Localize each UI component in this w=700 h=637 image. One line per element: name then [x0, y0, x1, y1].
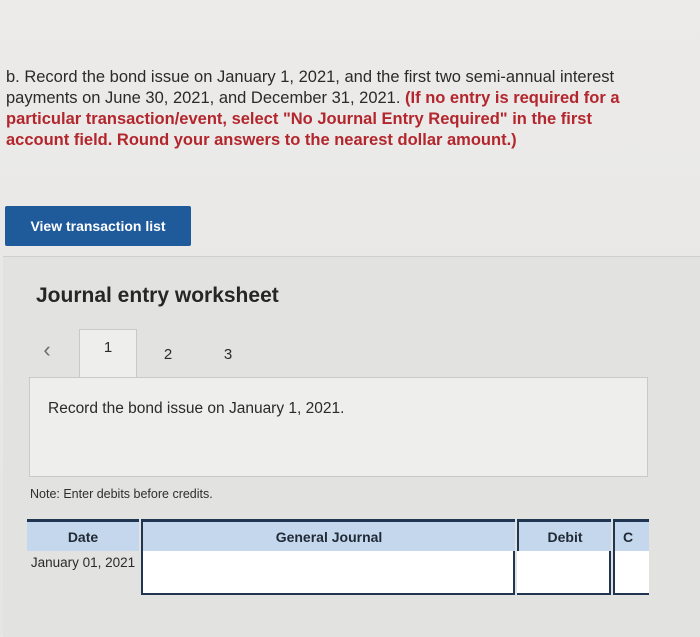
tab-3[interactable]: 3: [203, 335, 253, 375]
page: b. Record the bond issue on January 1, 2…: [0, 0, 700, 637]
tab-2[interactable]: 2: [143, 335, 193, 375]
journal-table: Date General Journal Debit C January 01,…: [27, 519, 649, 599]
instructions-text: b. Record the bond issue on January 1, 2…: [6, 67, 646, 151]
row-date: January 01, 2021: [27, 551, 139, 595]
journal-entry-worksheet: Journal entry worksheet ‹ 1 2 3 Record t…: [3, 256, 700, 637]
header-credit: C: [613, 519, 649, 551]
chevron-left-icon[interactable]: ‹: [35, 335, 59, 365]
table-row: January 01, 2021: [27, 551, 649, 595]
table-header-row: Date General Journal Debit C: [27, 519, 649, 551]
tab-1[interactable]: 1: [79, 329, 137, 378]
header-date: Date: [27, 519, 139, 551]
worksheet-title: Journal entry worksheet: [36, 284, 279, 307]
credit-input[interactable]: [613, 551, 649, 595]
header-general-journal: General Journal: [141, 519, 515, 551]
header-debit: Debit: [517, 519, 611, 551]
debit-input[interactable]: [517, 551, 611, 595]
account-input[interactable]: [141, 551, 515, 595]
entry-note: Note: Enter debits before credits.: [30, 487, 213, 501]
worksheet-tabs: ‹ 1 2 3: [3, 329, 700, 379]
view-transaction-list-button[interactable]: View transaction list: [5, 206, 191, 246]
entry-prompt: Record the bond issue on January 1, 2021…: [48, 400, 345, 417]
entry-prompt-box: Record the bond issue on January 1, 2021…: [29, 377, 648, 477]
